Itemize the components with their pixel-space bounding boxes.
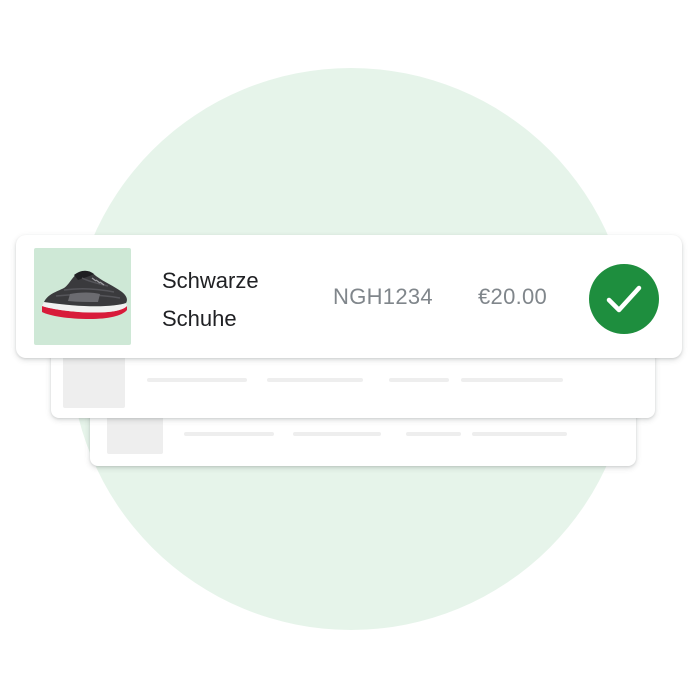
placeholder-line	[472, 432, 567, 436]
product-name: Schwarze Schuhe	[162, 262, 312, 338]
placeholder-line	[184, 432, 274, 436]
placeholder-line	[461, 378, 563, 382]
placeholder-line	[147, 378, 247, 382]
placeholder-line	[267, 378, 363, 382]
verified-badge	[589, 264, 659, 334]
product-sku: NGH1234	[333, 284, 433, 309]
placeholder-line	[389, 378, 449, 382]
product-name-line1: Schwarze	[162, 268, 259, 293]
check-icon	[606, 285, 642, 313]
product-price: €20.00	[478, 284, 548, 309]
running-shoe-icon	[42, 270, 127, 319]
placeholder-card-middle	[51, 350, 655, 418]
product-row-card[interactable]: Schwarze Schuhe NGH1234 €20.00	[16, 235, 682, 358]
placeholder-thumbnail	[63, 354, 125, 408]
placeholder-line	[293, 432, 381, 436]
product-name-line2: Schuhe	[162, 306, 237, 331]
product-image	[34, 248, 131, 345]
placeholder-line	[406, 432, 461, 436]
